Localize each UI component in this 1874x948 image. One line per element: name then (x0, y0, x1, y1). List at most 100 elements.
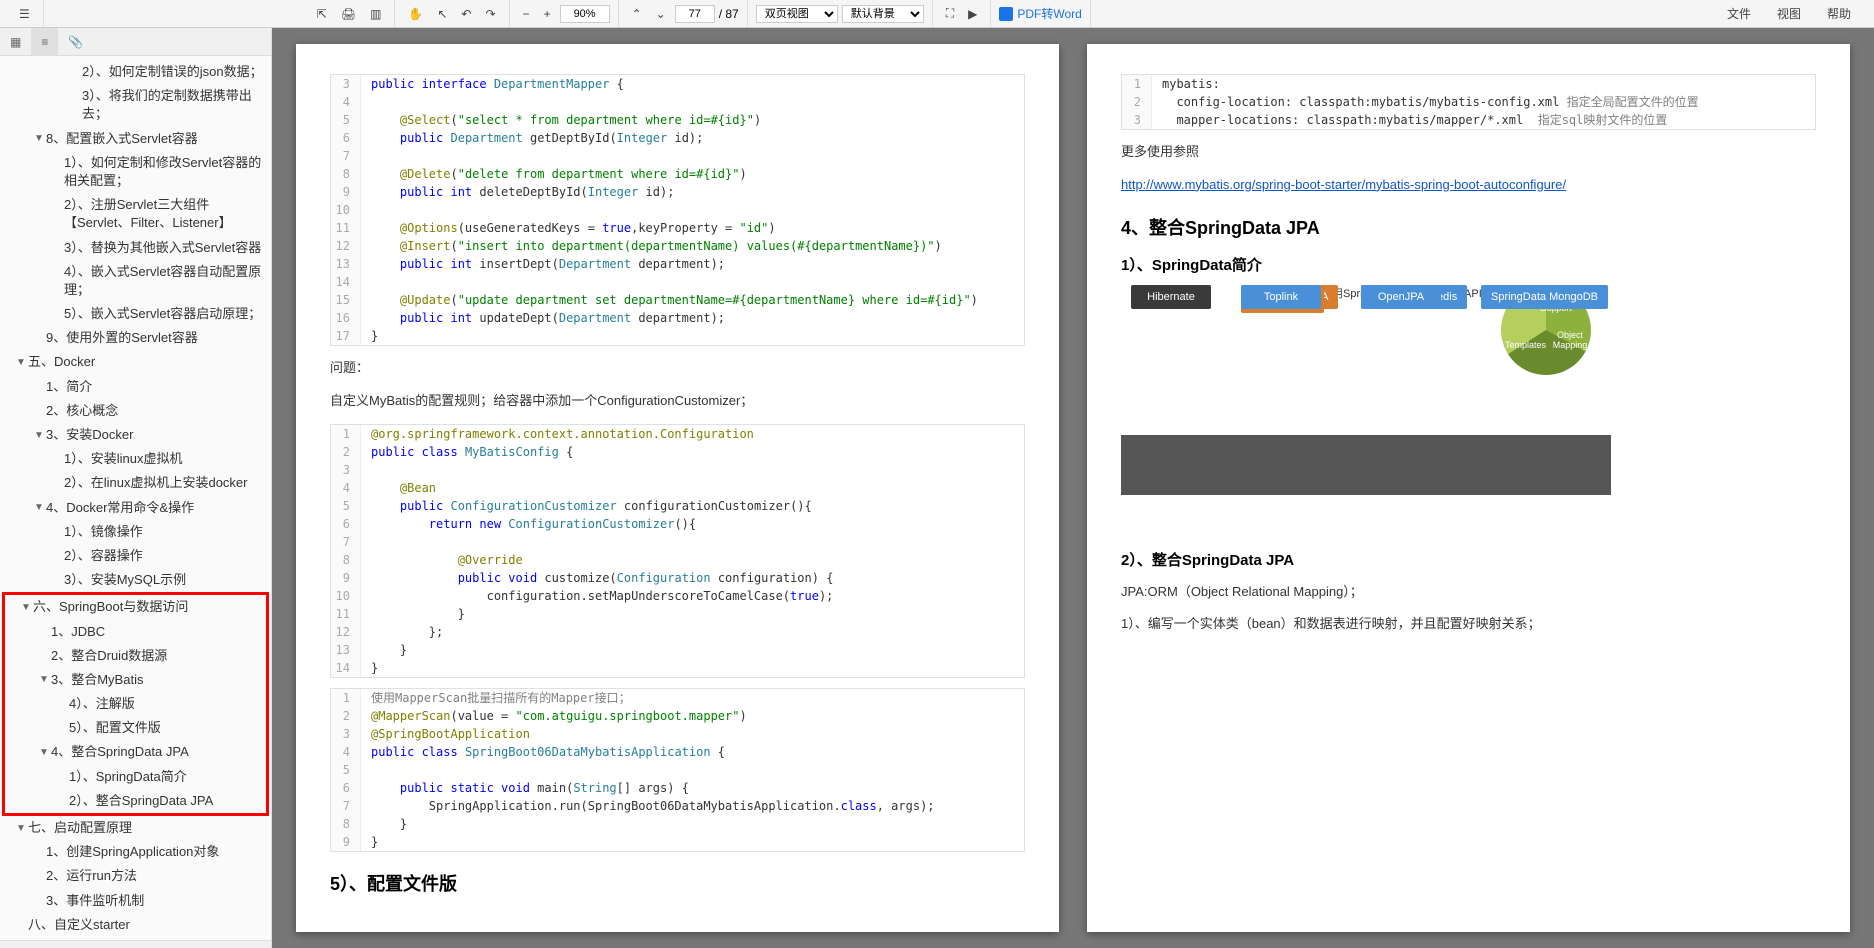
tree-toggle-icon[interactable]: ▼ (32, 502, 46, 513)
outline-item[interactable]: 5）、配置文件版 (5, 716, 266, 740)
outline-item[interactable]: 5）、嵌入式Servlet容器启动原理； (0, 302, 271, 326)
code-line: 8 @Override (331, 551, 1024, 569)
prev-page-icon[interactable]: ⌃ (627, 4, 647, 24)
code-line: 16 public int updateDept(Department depa… (331, 309, 1024, 327)
outline-item[interactable]: 3、事件监听机制 (0, 889, 271, 913)
code-line: 11 } (331, 605, 1024, 623)
page-total: / 87 (719, 7, 739, 21)
heading-config-file: 5）、配置文件版 (330, 870, 1025, 896)
outline-item[interactable]: ▼8、配置嵌入式Servlet容器 (0, 127, 271, 151)
code-line: 9} (331, 833, 1024, 851)
outline-item[interactable]: 1、简介 (0, 375, 271, 399)
outline-label: 2）、容器操作 (64, 547, 267, 565)
sidebar-tabs: ▦ ≡ 📎 (0, 28, 271, 56)
tree-toggle-icon[interactable]: ▼ (14, 357, 28, 368)
code-line: 10 configuration.setMapUnderscoreToCamel… (331, 587, 1024, 605)
menu-help[interactable]: 帮助 (1822, 2, 1856, 25)
code-block-yml: 1mybatis:2 config-location: classpath:my… (1121, 74, 1816, 130)
outline-item[interactable]: ▼3、整合MyBatis (5, 668, 266, 692)
tree-toggle-icon[interactable]: ▼ (37, 747, 51, 758)
zoom-input[interactable] (560, 5, 610, 23)
outline-label: 八、自定义starter (28, 916, 267, 934)
box-openjpa: OpenJPA (1361, 285, 1441, 309)
outline-item[interactable]: ▼4、Docker常用命令&操作 (0, 496, 271, 520)
outline-item[interactable]: 1）、镜像操作 (0, 520, 271, 544)
outline-item[interactable]: 2）、如何定制错误的json数据； (0, 60, 271, 84)
zoom-out-icon[interactable]: − (518, 4, 535, 24)
page-setup-icon[interactable]: ▥ (365, 4, 386, 24)
outline-item[interactable]: ▼六、SpringBoot与数据访问 (5, 595, 266, 619)
sidebar-scrollbar[interactable] (0, 940, 271, 948)
thumbnail-tab[interactable]: ▦ (0, 28, 31, 55)
menu-file[interactable]: 文件 (1722, 2, 1756, 25)
rotate-cw-icon[interactable]: ↷ (480, 4, 500, 24)
outline-item[interactable]: 2）、注册Servlet三大组件【Servlet、Filter、Listener… (0, 193, 271, 235)
code-line: 5 (331, 761, 1024, 779)
outline-item[interactable]: 3）、安装MySQL示例 (0, 568, 271, 592)
export-icon[interactable]: ⇱ (312, 4, 332, 24)
code-line: 13 } (331, 641, 1024, 659)
view-mode-select[interactable]: 双页视图 (756, 5, 838, 23)
outline-item[interactable]: 4）、注解版 (5, 692, 266, 716)
outline-item[interactable]: 2、整合Druid数据源 (5, 644, 266, 668)
outline-item[interactable]: 9、使用外置的Servlet容器 (0, 326, 271, 350)
next-page-icon[interactable]: ⌄ (651, 4, 671, 24)
box-toplink: Toplink (1241, 285, 1321, 309)
slideshow-icon[interactable]: ▶ (963, 4, 982, 24)
code-line: 4public class SpringBoot06DataMybatisApp… (331, 743, 1024, 761)
outline-item[interactable]: 2）、在linux虚拟机上安装docker (0, 471, 271, 495)
outline-item[interactable]: 2、核心概念 (0, 399, 271, 423)
outline-item[interactable]: ▼4、整合SpringData JPA (5, 740, 266, 764)
hand-icon[interactable]: ✋ (403, 4, 428, 24)
outline-label: 8、配置嵌入式Servlet容器 (46, 130, 267, 148)
outline-item[interactable]: ▼七、启动配置原理 (0, 816, 271, 840)
mybatis-doc-link[interactable]: http://www.mybatis.org/spring-boot-start… (1121, 177, 1566, 192)
outline-item[interactable]: 2）、整合SpringData JPA (5, 789, 266, 813)
outline-item[interactable]: 1、JDBC (5, 620, 266, 644)
outline-item[interactable]: ▼3、安装Docker (0, 423, 271, 447)
page-right: 1mybatis:2 config-location: classpath:my… (1087, 44, 1850, 932)
outline-item[interactable]: 1）、SpringData简介 (5, 765, 266, 789)
outline-label: 1）、镜像操作 (64, 523, 267, 541)
code-line: 12 }; (331, 623, 1024, 641)
sidebar-toggle-icon[interactable]: ☰ (14, 4, 35, 24)
zoom-in-icon[interactable]: + (539, 4, 556, 24)
code-line: 4 @Bean (331, 479, 1024, 497)
outline-item[interactable]: 2）、容器操作 (0, 544, 271, 568)
outline-item[interactable]: 3）、将我们的定制数据携带出去； (0, 84, 271, 126)
outline-item[interactable]: 八、自定义starter (0, 913, 271, 937)
wps-icon (999, 7, 1013, 21)
tree-toggle-icon[interactable]: ▼ (37, 674, 51, 685)
fullscreen-icon[interactable]: ⛶ (941, 3, 959, 24)
menu-view[interactable]: 视图 (1772, 2, 1806, 25)
outline-item[interactable]: 2、运行run方法 (0, 864, 271, 888)
outline-item[interactable]: ▼五、Docker (0, 350, 271, 374)
outline-label: 2、整合Druid数据源 (51, 647, 262, 665)
code-line: 1@org.springframework.context.annotation… (331, 425, 1024, 443)
outline-label: 3）、安装MySQL示例 (64, 571, 267, 589)
code-line: 13 public int insertDept(Department depa… (331, 255, 1024, 273)
select-icon[interactable]: ↖ (432, 4, 452, 24)
rotate-ccw-icon[interactable]: ↶ (456, 4, 476, 24)
outline-item[interactable]: 4）、嵌入式Servlet容器自动配置原理； (0, 260, 271, 302)
tree-toggle-icon[interactable]: ▼ (14, 823, 28, 834)
outline-item[interactable]: 3）、替换为其他嵌入式Servlet容器 (0, 236, 271, 260)
tree-toggle-icon[interactable]: ▼ (19, 602, 33, 613)
bg-mode-select[interactable]: 默认背景 (842, 5, 924, 23)
outline-tab[interactable]: ≡ (31, 28, 58, 55)
outline-item[interactable]: 1）、安装linux虚拟机 (0, 447, 271, 471)
springdata-diagram: Application 使用SpringData统一数据访问API Spring… (1121, 285, 1816, 535)
code-line: 10 (331, 201, 1024, 219)
outline-item[interactable]: 1）、如何定制和修改Servlet容器的相关配置； (0, 151, 271, 193)
page-viewport[interactable]: 3public interface DepartmentMapper {45 @… (272, 28, 1874, 948)
print-icon[interactable]: 🖨 (336, 4, 361, 24)
pdf-to-word-button[interactable]: PDF转Word (999, 5, 1081, 22)
paragraph: 问题： (330, 358, 1025, 379)
tree-toggle-icon[interactable]: ▼ (32, 133, 46, 144)
page-input[interactable] (675, 5, 715, 23)
outline-label: 4）、注解版 (69, 695, 262, 713)
outline-label: 9、使用外置的Servlet容器 (46, 329, 267, 347)
tree-toggle-icon[interactable]: ▼ (32, 430, 46, 441)
attachment-tab[interactable]: 📎 (58, 28, 93, 55)
outline-item[interactable]: 1、创建SpringApplication对象 (0, 840, 271, 864)
